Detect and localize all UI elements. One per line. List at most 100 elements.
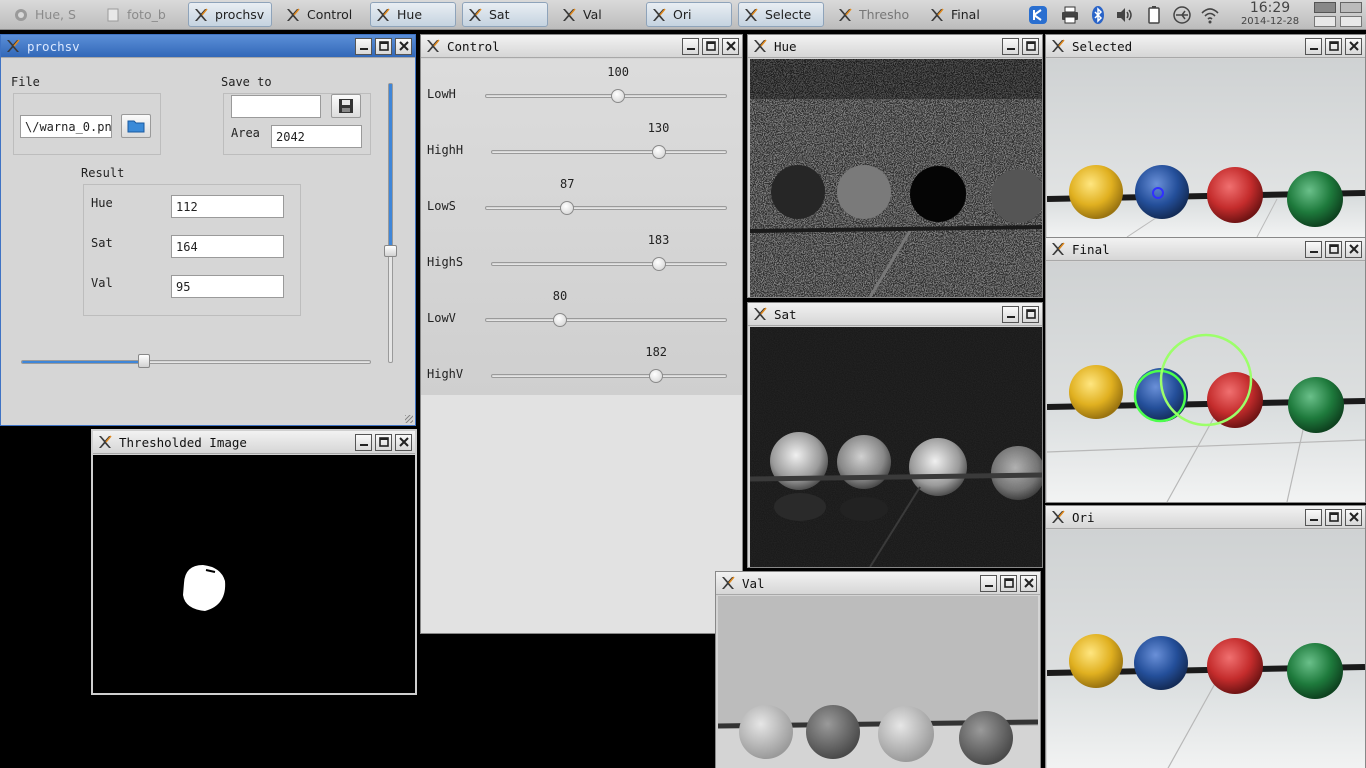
taskbar-item-label: Selecte	[765, 7, 812, 22]
pager-desktop-1[interactable]	[1314, 2, 1336, 13]
sat-field[interactable]: 164	[171, 235, 284, 258]
x-app-icon	[837, 7, 853, 23]
maximize-button[interactable]	[375, 433, 392, 451]
save-path-input[interactable]	[231, 95, 321, 118]
clock-time[interactable]: 16:29	[1248, 0, 1292, 16]
selected-window: Selected	[1045, 34, 1366, 238]
taskbar-item-hue[interactable]: Hue	[370, 2, 456, 27]
resize-grip[interactable]	[405, 415, 413, 423]
title-bar[interactable]: prochsv	[1, 35, 415, 58]
taskbar-item-hue-s[interactable]: Hue, S	[8, 2, 90, 27]
vertical-slider[interactable]	[388, 83, 393, 363]
window-title: Final	[1072, 241, 1110, 257]
open-file-button[interactable]	[121, 114, 151, 138]
printer-icon[interactable]	[1060, 5, 1080, 25]
taskbar-item-final[interactable]: Final	[924, 2, 1008, 27]
taskbar-item-sat[interactable]: Sat	[462, 2, 548, 27]
bluetooth-icon[interactable]	[1088, 5, 1108, 25]
trackbar-track[interactable]	[491, 374, 727, 378]
title-bar[interactable]: Hue	[748, 35, 1042, 58]
volume-icon[interactable]	[1114, 5, 1134, 25]
close-button[interactable]	[1345, 37, 1362, 55]
maximize-button[interactable]	[1022, 37, 1039, 55]
taskbar-item-val[interactable]: Val	[556, 2, 640, 27]
taskbar-item-selected[interactable]: Selecte	[738, 2, 824, 27]
maximize-button[interactable]	[1000, 574, 1017, 592]
maximize-button[interactable]	[1325, 508, 1342, 526]
trackbar-track[interactable]	[485, 206, 727, 210]
taskbar-item-label: Ori	[673, 7, 692, 22]
close-icon	[398, 436, 410, 448]
minimize-button[interactable]	[1002, 37, 1019, 55]
final-window: Final	[1045, 237, 1366, 503]
trackbar-handle[interactable]	[553, 313, 568, 327]
val-field[interactable]: 95	[171, 275, 284, 298]
trackbar-handle[interactable]	[651, 257, 666, 271]
minimize-icon	[1308, 511, 1320, 523]
ball-yellow	[1069, 165, 1123, 219]
val-label: Val	[91, 276, 113, 290]
taskbar-item-control[interactable]: Control	[280, 2, 364, 27]
minimize-button[interactable]	[355, 37, 372, 55]
thresholded-window: Thresholded Image	[91, 429, 417, 695]
title-bar[interactable]: Val	[716, 572, 1040, 595]
minimize-button[interactable]	[1002, 305, 1019, 323]
save-button[interactable]	[331, 94, 361, 118]
x-app-icon	[193, 7, 209, 23]
window-title: prochsv	[27, 38, 80, 54]
trackbar-track[interactable]	[491, 150, 727, 154]
maximize-button[interactable]	[1325, 37, 1342, 55]
title-bar[interactable]: Control	[421, 35, 742, 58]
area-field[interactable]: 2042	[271, 125, 362, 148]
horizontal-slider[interactable]	[21, 360, 371, 364]
close-button[interactable]	[1345, 240, 1362, 258]
close-button[interactable]	[1020, 574, 1037, 592]
pager-desktop-3[interactable]	[1314, 16, 1336, 27]
clock-date[interactable]: 2014-12-28	[1238, 16, 1302, 27]
usb-icon[interactable]	[1172, 5, 1192, 25]
minimize-button[interactable]	[980, 574, 997, 592]
trackbar-track[interactable]	[485, 94, 727, 98]
kde-icon[interactable]	[1028, 5, 1048, 25]
pager-desktop-4[interactable]	[1340, 16, 1362, 27]
trackbar-handle[interactable]	[651, 145, 666, 159]
maximize-icon	[705, 40, 717, 52]
title-bar[interactable]: Ori	[1046, 506, 1365, 529]
trackbar-label: HighH	[427, 143, 464, 157]
file-path-input[interactable]: \/warna_0.png	[20, 115, 112, 138]
vertical-slider-handle[interactable]	[384, 245, 397, 257]
maximize-button[interactable]	[1325, 240, 1342, 258]
maximize-button[interactable]	[702, 37, 719, 55]
ball-green	[1287, 643, 1343, 699]
taskbar-item-ori[interactable]: Ori	[646, 2, 732, 27]
title-bar[interactable]: Selected	[1046, 35, 1365, 58]
close-button[interactable]	[395, 433, 412, 451]
trackbar-value: 87	[560, 177, 575, 191]
title-bar[interactable]: Thresholded Image	[93, 431, 415, 454]
trackbar-handle[interactable]	[611, 89, 626, 103]
pager-desktop-2[interactable]	[1340, 2, 1362, 13]
minimize-button[interactable]	[1305, 240, 1322, 258]
trackbar-track[interactable]	[485, 318, 727, 322]
minimize-button[interactable]	[1305, 508, 1322, 526]
maximize-button[interactable]	[1022, 305, 1039, 323]
minimize-button[interactable]	[1305, 37, 1322, 55]
val-image	[718, 596, 1038, 768]
title-bar[interactable]: Final	[1046, 238, 1365, 261]
horizontal-slider-handle[interactable]	[137, 354, 150, 368]
close-button[interactable]	[722, 37, 739, 55]
taskbar-item-foto-b[interactable]: foto_b	[100, 2, 182, 27]
close-button[interactable]	[1345, 508, 1362, 526]
taskbar-item-thresholded[interactable]: Thresho	[832, 2, 914, 27]
minimize-button[interactable]	[682, 37, 699, 55]
taskbar-item-prochsv[interactable]: prochsv	[188, 2, 272, 27]
maximize-button[interactable]	[375, 37, 392, 55]
hue-field[interactable]: 112	[171, 195, 284, 218]
sat-image	[750, 327, 1042, 567]
trackbar-track[interactable]	[491, 262, 727, 266]
wifi-icon[interactable]	[1200, 5, 1220, 25]
title-bar[interactable]: Sat	[748, 303, 1042, 326]
close-button[interactable]	[395, 37, 412, 55]
battery-icon[interactable]	[1144, 5, 1164, 25]
minimize-button[interactable]	[355, 433, 372, 451]
